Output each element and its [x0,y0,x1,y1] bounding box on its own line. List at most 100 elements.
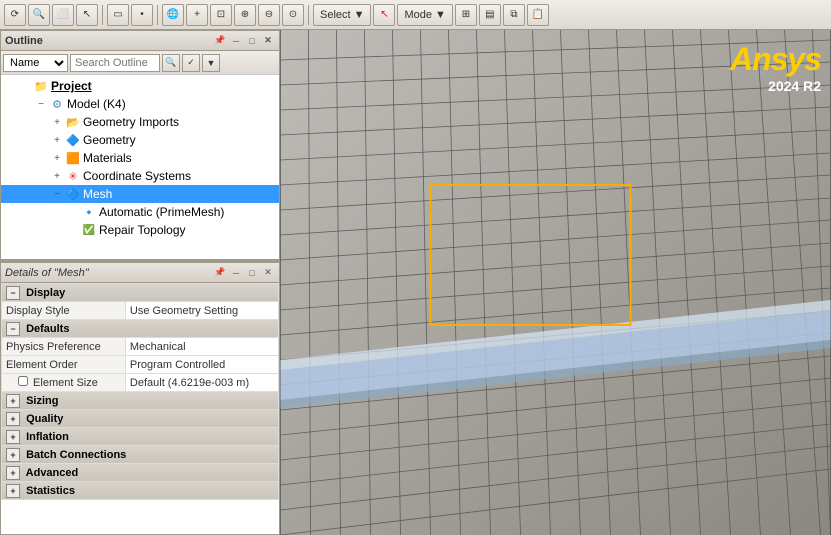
select-dropdown[interactable]: Select ▼ [313,4,371,26]
toolbar-btn-square[interactable]: ▭ [107,4,129,26]
section-inflation[interactable]: + Inflation [2,428,279,446]
section-sizing[interactable]: + Sizing [2,392,279,410]
model-label: Model (K4) [65,97,126,111]
toolbar-btn-copy[interactable]: ⧉ [503,4,525,26]
quality-label: Quality [26,413,63,425]
project-expand[interactable] [17,78,33,94]
statistics-toggle[interactable]: + [6,484,20,498]
toolbar-btn-cursor[interactable]: ↖ [76,4,98,26]
outline-filter-select[interactable]: Name [3,54,68,72]
tree-item-auto-mesh[interactable]: 🔹 Automatic (PrimeMesh) [1,203,279,221]
batch-connections-label: Batch Connections [26,449,126,461]
prop-physics-pref: Physics Preference Mechanical [2,338,279,356]
left-panel: Outline 📌 ─ □ ✕ Name 🔍 ✓ ▼ [0,30,280,535]
display-toggle[interactable]: − [6,286,20,300]
outline-check-btn[interactable]: ✓ [182,54,200,72]
toolbar-btn-zoom-in[interactable]: 🔍 [28,4,50,26]
element-size-val[interactable]: Default (4.6219e-003 m) [125,374,278,392]
materials-icon: 🟧 [65,150,81,166]
details-header-icons: 📌 ─ □ ✕ [213,266,275,280]
toolbar-btn-grid[interactable]: ⊞ [455,4,477,26]
toolbar-btn-cursor2[interactable]: ↖ [373,4,395,26]
geometry-expand[interactable]: + [49,132,65,148]
toolbar-btn-zoom-reset[interactable]: ⊙ [282,4,304,26]
toolbar-btn-paste[interactable]: 📋 [527,4,549,26]
section-statistics[interactable]: + Statistics [2,482,279,500]
section-defaults[interactable]: − Defaults [2,320,279,338]
inflation-label: Inflation [26,431,69,443]
toolbar-btn-zoom-fit[interactable]: ⊡ [210,4,232,26]
mesh-expand[interactable]: − [49,186,65,202]
tree-item-materials[interactable]: + 🟧 Materials [1,149,279,167]
tree-item-project[interactable]: 📁 Project [1,77,279,95]
coordsys-icon: ✳ [65,168,81,184]
prop-element-order: Element Order Program Controlled [2,356,279,374]
defaults-section-label: Defaults [26,323,69,335]
outline-max-btn[interactable]: □ [245,34,259,48]
ansys-version-text: 2024 R2 [730,78,821,95]
details-close-btn[interactable]: ✕ [261,266,275,280]
model-expand[interactable]: − [33,96,49,112]
inflation-toggle[interactable]: + [6,430,20,444]
quality-toggle[interactable]: + [6,412,20,426]
outline-search-btn[interactable]: 🔍 [162,54,180,72]
toolbar-btn-zoom-out[interactable]: ⊖ [258,4,280,26]
mode-label: Mode [404,9,432,21]
advanced-toggle[interactable]: + [6,466,20,480]
viewport-svg [280,30,831,535]
details-max-btn[interactable]: □ [245,266,259,280]
element-order-val[interactable]: Program Controlled [125,356,278,374]
batch-connections-toggle[interactable]: + [6,448,20,462]
toolbar-btn-layout[interactable]: ▤ [479,4,501,26]
section-advanced[interactable]: + Advanced [2,464,279,482]
coordsys-expand[interactable]: + [49,168,65,184]
outline-close-btn[interactable]: ✕ [261,34,275,48]
sizing-toggle[interactable]: + [6,394,20,408]
section-display[interactable]: − Display [2,284,279,302]
toolbar-btn-box[interactable]: ⬜ [52,4,74,26]
tree-item-mesh[interactable]: − 🔷 Mesh [1,185,279,203]
outline-arrow-btn[interactable]: ▼ [202,54,220,72]
mesh-icon: 🔷 [65,186,81,202]
geometry-label: Geometry [81,133,136,147]
mode-dropdown[interactable]: Mode ▼ [397,4,452,26]
project-label: Project [49,79,92,93]
toolbar-btn-rotate[interactable]: ⟳ [4,4,26,26]
automesh-icon: 🔹 [81,204,97,220]
outline-min-btn[interactable]: ─ [229,34,243,48]
sizing-label: Sizing [26,395,58,407]
display-style-key: Display Style [2,302,126,320]
outline-title: Outline [5,35,213,47]
toolbar-btn-zoom-box[interactable]: ⊕ [234,4,256,26]
tree-item-geom-imports[interactable]: + 📂 Geometry Imports [1,113,279,131]
automesh-expand [65,204,81,220]
toolbar-btn-globe[interactable]: 🌐 [162,4,184,26]
outline-search-input[interactable] [70,54,160,72]
details-pin-btn[interactable]: 📌 [213,266,227,280]
section-quality[interactable]: + Quality [2,410,279,428]
prop-element-size: Element Size Default (4.6219e-003 m) [2,374,279,392]
geomimports-expand[interactable]: + [49,114,65,130]
materials-expand[interactable]: + [49,150,65,166]
tree-item-geometry[interactable]: + 🔷 Geometry [1,131,279,149]
defaults-toggle[interactable]: − [6,322,20,336]
tree-area: 📁 Project − ⚙ Model (K4) + 📂 [1,75,279,259]
details-min-btn[interactable]: ─ [229,266,243,280]
tree-item-model[interactable]: − ⚙ Model (K4) [1,95,279,113]
physics-pref-val[interactable]: Mechanical [125,338,278,356]
geometry-icon: 🔷 [65,132,81,148]
section-batch-connections[interactable]: + Batch Connections [2,446,279,464]
element-size-checkbox[interactable] [18,376,28,386]
viewport[interactable]: Ansys 2024 R2 [280,30,831,535]
tree-item-repair-topo[interactable]: ✅ Repair Topology [1,221,279,239]
ansys-logo: Ansys 2024 R2 [730,40,821,95]
display-section-label: Display [26,287,65,299]
geomimports-icon: 📂 [65,114,81,130]
prop-display-style: Display Style Use Geometry Setting [2,302,279,320]
tree-item-coord-systems[interactable]: + ✳ Coordinate Systems [1,167,279,185]
display-style-val[interactable]: Use Geometry Setting [125,302,278,320]
toolbar-btn-dot[interactable]: • [131,4,153,26]
toolbar-btn-nav[interactable]: + [186,4,208,26]
outline-pin-btn[interactable]: 📌 [213,34,227,48]
outline-panel: Outline 📌 ─ □ ✕ Name 🔍 ✓ ▼ [0,30,280,260]
